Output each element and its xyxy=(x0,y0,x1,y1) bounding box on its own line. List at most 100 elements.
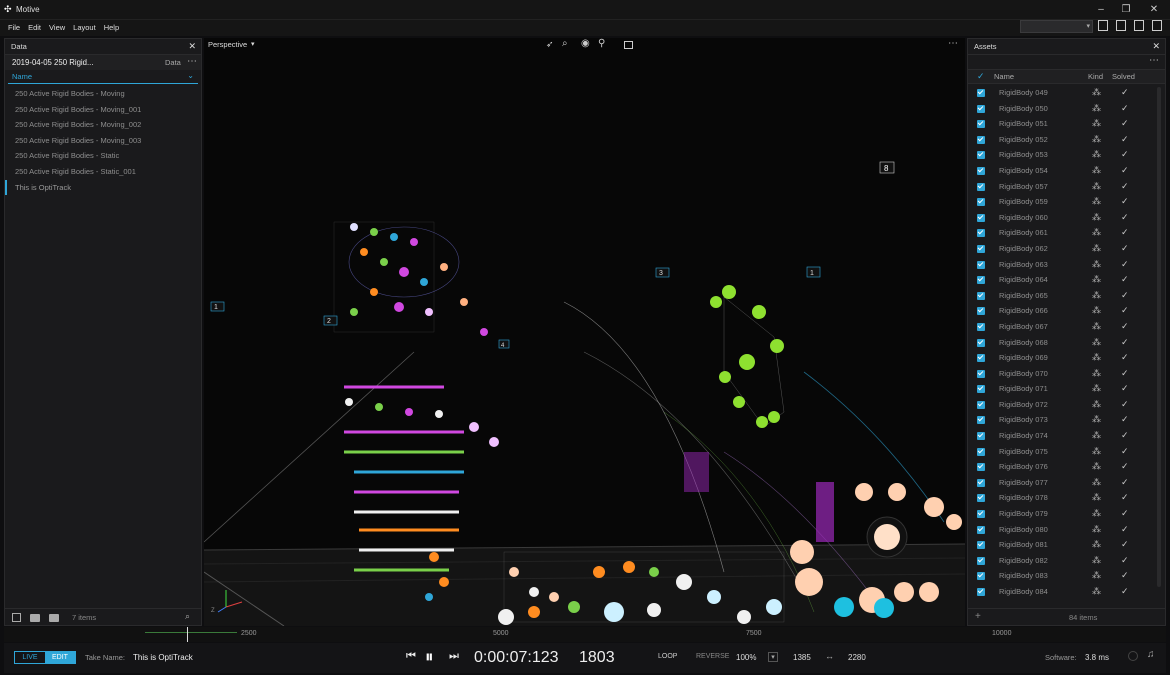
asset-row[interactable]: RigidBody 069 ⁂ ✓ xyxy=(968,350,1165,366)
live-button[interactable]: LIVE xyxy=(15,652,45,663)
range-start[interactable]: 1385 xyxy=(793,653,811,662)
select-tool-icon[interactable]: ➶ xyxy=(546,39,554,50)
asset-checkbox[interactable] xyxy=(977,463,985,472)
asset-row[interactable]: RigidBody 072 ⁂ ✓ xyxy=(968,397,1165,413)
more-options-icon[interactable]: ⋯ xyxy=(1149,55,1159,66)
mode-toggle[interactable]: LIVE EDIT xyxy=(14,651,76,664)
layout-icon-4[interactable] xyxy=(1152,20,1162,31)
asset-checkbox[interactable] xyxy=(977,89,985,97)
asset-row[interactable]: RigidBody 078 ⁂ ✓ xyxy=(968,490,1165,506)
name-column-header[interactable]: Name ⌄ xyxy=(8,70,198,84)
next-frame-icon[interactable]: ⏭ xyxy=(449,650,459,663)
maximize-button[interactable]: ❐ xyxy=(1115,0,1137,20)
asset-row[interactable]: RigidBody 077 ⁂ ✓ xyxy=(968,475,1165,491)
menu-file[interactable]: File xyxy=(8,20,20,36)
layout-icon-1[interactable] xyxy=(1098,20,1108,31)
asset-checkbox[interactable] xyxy=(977,432,985,441)
close-icon[interactable]: ✕ xyxy=(1152,39,1160,54)
new-folder-icon[interactable] xyxy=(49,614,59,622)
asset-row[interactable]: RigidBody 062 ⁂ ✓ xyxy=(968,241,1165,257)
list-item[interactable]: 250 Active Rigid Bodies - Static xyxy=(5,148,201,164)
asset-checkbox[interactable] xyxy=(977,369,985,378)
asset-row[interactable]: RigidBody 075 ⁂ ✓ xyxy=(968,444,1165,460)
layout-select[interactable]: ▾ xyxy=(1020,20,1093,33)
asset-checkbox[interactable] xyxy=(977,385,985,394)
asset-row[interactable]: RigidBody 080 ⁂ ✓ xyxy=(968,522,1165,538)
list-item[interactable]: 250 Active Rigid Bodies - Moving_003 xyxy=(5,133,201,149)
panel-toggle-icon[interactable] xyxy=(12,613,21,622)
asset-checkbox[interactable] xyxy=(977,572,985,581)
list-item[interactable]: 250 Active Rigid Bodies - Moving_001 xyxy=(5,102,201,118)
asset-checkbox[interactable] xyxy=(977,307,985,316)
asset-checkbox[interactable] xyxy=(977,229,985,238)
list-item-selected[interactable]: This is OptiTrack xyxy=(5,179,201,196)
asset-row[interactable]: RigidBody 068 ⁂ ✓ xyxy=(968,335,1165,351)
asset-row[interactable]: RigidBody 063 ⁂ ✓ xyxy=(968,257,1165,273)
notification-bell-icon[interactable]: ♫ xyxy=(1147,649,1155,660)
asset-checkbox[interactable] xyxy=(977,478,985,487)
asset-row[interactable]: RigidBody 065 ⁂ ✓ xyxy=(968,288,1165,304)
asset-checkbox[interactable] xyxy=(977,182,985,191)
asset-checkbox[interactable] xyxy=(977,104,985,113)
folder-icon[interactable] xyxy=(30,614,40,622)
asset-checkbox[interactable] xyxy=(977,135,985,144)
asset-checkbox[interactable] xyxy=(977,151,985,160)
asset-row[interactable]: RigidBody 074 ⁂ ✓ xyxy=(968,428,1165,444)
col-solved-header[interactable]: Solved xyxy=(1112,72,1135,81)
close-icon[interactable]: ✕ xyxy=(188,39,196,54)
asset-checkbox[interactable] xyxy=(977,198,985,207)
asset-row[interactable]: RigidBody 051 ⁂ ✓ xyxy=(968,116,1165,132)
add-asset-icon[interactable]: + xyxy=(975,611,981,622)
perspective-viewport[interactable]: Perspective ▾ ➶ ⌕ ◉ ⚲ ⋯ 1 2 3 8 1 4 Z xyxy=(204,38,965,626)
asset-row[interactable]: RigidBody 050 ⁂ ✓ xyxy=(968,101,1165,117)
select-all-checkbox[interactable]: ✓ xyxy=(977,71,985,82)
list-item[interactable]: 250 Active Rigid Bodies - Moving_002 xyxy=(5,117,201,133)
asset-row[interactable]: RigidBody 053 ⁂ ✓ xyxy=(968,147,1165,163)
viewport-mode-label[interactable]: Perspective xyxy=(208,40,247,49)
asset-checkbox[interactable] xyxy=(977,338,985,347)
asset-checkbox[interactable] xyxy=(977,556,985,565)
camera-tool-icon[interactable]: ⚲ xyxy=(598,38,605,49)
minimize-button[interactable]: – xyxy=(1090,0,1112,20)
asset-row[interactable]: RigidBody 061 ⁂ ✓ xyxy=(968,225,1165,241)
asset-row[interactable]: RigidBody 079 ⁂ ✓ xyxy=(968,506,1165,522)
asset-row[interactable]: RigidBody 081 ⁂ ✓ xyxy=(968,537,1165,553)
menu-help[interactable]: Help xyxy=(104,20,119,36)
asset-row[interactable]: RigidBody 052 ⁂ ✓ xyxy=(968,132,1165,148)
menu-layout[interactable]: Layout xyxy=(73,20,96,36)
asset-checkbox[interactable] xyxy=(977,494,985,503)
asset-checkbox[interactable] xyxy=(977,525,985,534)
close-window-button[interactable]: ✕ xyxy=(1143,0,1165,20)
asset-checkbox[interactable] xyxy=(977,291,985,300)
search-icon[interactable]: ⌕ xyxy=(185,611,190,622)
timeline-range[interactable] xyxy=(145,632,237,633)
asset-checkbox[interactable] xyxy=(977,447,985,456)
asset-row[interactable]: RigidBody 073 ⁂ ✓ xyxy=(968,412,1165,428)
speed-select[interactable]: 100% xyxy=(736,653,756,662)
asset-row[interactable]: RigidBody 059 ⁂ ✓ xyxy=(968,194,1165,210)
frame-tool-icon[interactable] xyxy=(624,41,633,49)
list-item[interactable]: 250 Active Rigid Bodies - Moving xyxy=(5,86,201,102)
col-kind-header[interactable]: Kind xyxy=(1088,72,1103,81)
col-name-header[interactable]: Name xyxy=(994,72,1014,81)
asset-row[interactable]: RigidBody 083 ⁂ ✓ xyxy=(968,568,1165,584)
asset-row[interactable]: RigidBody 070 ⁂ ✓ xyxy=(968,366,1165,382)
asset-checkbox[interactable] xyxy=(977,166,985,175)
playhead[interactable] xyxy=(187,627,188,642)
scrollbar[interactable] xyxy=(1157,87,1161,587)
more-options-icon[interactable]: ⋯ xyxy=(187,56,197,67)
asset-row[interactable]: RigidBody 076 ⁂ ✓ xyxy=(968,459,1165,475)
asset-checkbox[interactable] xyxy=(977,276,985,285)
list-item[interactable]: 250 Active Rigid Bodies - Static_001 xyxy=(5,164,201,180)
asset-row[interactable]: RigidBody 084 ⁂ ✓ xyxy=(968,584,1165,600)
asset-checkbox[interactable] xyxy=(977,260,985,269)
asset-row[interactable]: RigidBody 054 ⁂ ✓ xyxy=(968,163,1165,179)
zoom-tool-icon[interactable]: ⌕ xyxy=(562,38,568,49)
more-options-icon[interactable]: ⋯ xyxy=(948,38,958,49)
asset-row[interactable]: RigidBody 067 ⁂ ✓ xyxy=(968,319,1165,335)
asset-checkbox[interactable] xyxy=(977,354,985,363)
asset-row[interactable]: RigidBody 071 ⁂ ✓ xyxy=(968,381,1165,397)
reverse-button[interactable]: REVERSE xyxy=(696,653,729,660)
asset-checkbox[interactable] xyxy=(977,244,985,253)
asset-row[interactable]: RigidBody 060 ⁂ ✓ xyxy=(968,210,1165,226)
